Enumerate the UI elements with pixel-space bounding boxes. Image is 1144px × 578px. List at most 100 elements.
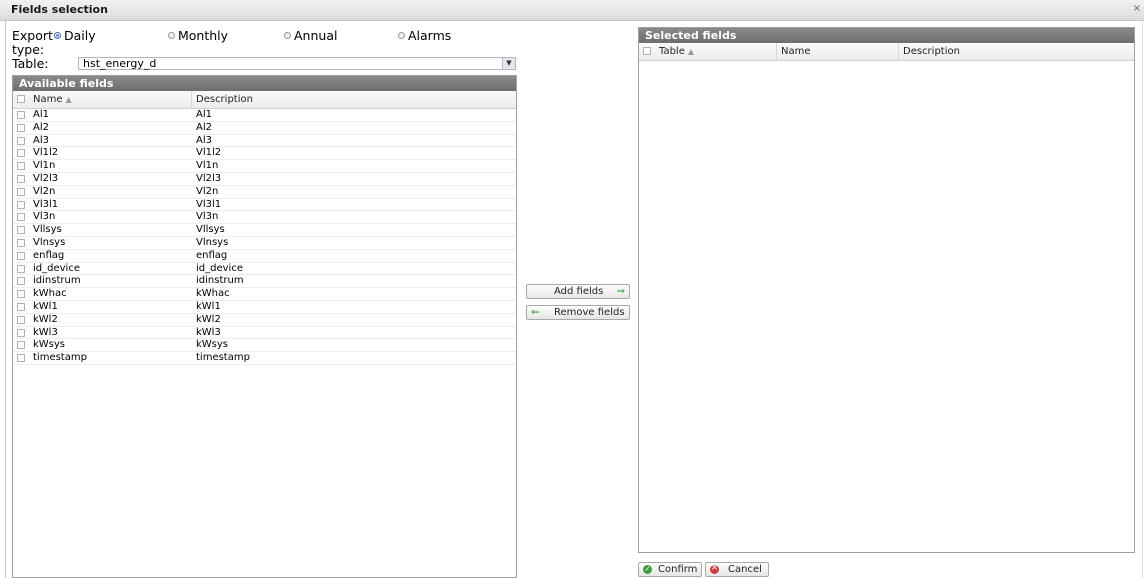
confirm-icon <box>643 563 652 576</box>
table-select[interactable]: hst_energy_d ▼ <box>78 57 516 70</box>
row-checkbox[interactable] <box>17 162 25 171</box>
table-row[interactable]: Vlnsys Vlnsys <box>13 237 516 250</box>
row-description: Vl3l1 <box>196 198 222 210</box>
radio-alarms[interactable]: Alarms <box>398 28 451 43</box>
remove-fields-label: Remove fields <box>554 307 625 318</box>
radio-label: Daily <box>64 28 96 43</box>
row-name: kWl2 <box>33 313 58 325</box>
row-checkbox[interactable] <box>17 315 25 324</box>
remove-fields-button[interactable]: ⇐ Remove fields <box>526 305 630 320</box>
row-checkbox[interactable] <box>17 341 25 350</box>
row-name: kWsys <box>33 339 66 351</box>
row-description: kWhac <box>196 288 230 300</box>
radio-icon <box>54 32 61 39</box>
row-checkbox[interactable] <box>17 174 25 183</box>
window-border-left <box>5 21 6 578</box>
window-border-right <box>1142 21 1143 578</box>
table-row[interactable]: enflag enflag <box>13 250 516 263</box>
row-name: Vl1n <box>33 160 56 172</box>
confirm-button[interactable]: Confirm <box>638 562 702 577</box>
table-row[interactable]: kWhac kWhac <box>13 288 516 301</box>
row-checkbox[interactable] <box>17 149 25 158</box>
window-title: Fields selection <box>11 3 108 16</box>
radio-label: Alarms <box>408 28 452 43</box>
table-row[interactable]: Vl3n Vl3n <box>13 211 516 225</box>
row-description: kWl3 <box>196 326 221 338</box>
row-description: Vl3n <box>196 211 219 223</box>
row-name: Vllsys <box>33 224 62 236</box>
table-row[interactable]: Al3 Al3 <box>13 135 516 148</box>
row-checkbox[interactable] <box>17 264 25 273</box>
row-checkbox[interactable] <box>17 290 25 299</box>
column-description-label: Description <box>196 94 253 105</box>
table-row[interactable]: Vllsys Vllsys <box>13 224 516 237</box>
table-row[interactable]: kWl3 kWl3 <box>13 327 516 340</box>
radio-icon <box>168 32 175 39</box>
row-checkbox[interactable] <box>17 111 25 119</box>
row-description: Al2 <box>196 121 212 133</box>
column-name-header[interactable]: Name <box>777 43 899 60</box>
row-checkbox[interactable] <box>17 354 25 363</box>
select-all-checkbox[interactable] <box>17 95 25 103</box>
available-fields-title: Available fields <box>13 76 516 91</box>
column-description-header[interactable]: Description <box>192 91 517 108</box>
row-checkbox[interactable] <box>17 238 25 247</box>
table-row[interactable]: Vl3l1 Vl3l1 <box>13 199 516 212</box>
column-description-header[interactable]: Description <box>899 43 1134 60</box>
row-description: kWl1 <box>196 300 221 312</box>
cancel-icon <box>710 562 719 575</box>
radio-annual[interactable]: Annual <box>284 28 337 43</box>
table-row[interactable]: kWsys kWsys <box>13 339 516 353</box>
row-description: kWl2 <box>196 313 221 325</box>
table-row[interactable]: Al1 Al1 <box>13 109 516 122</box>
table-row[interactable]: kWl2 kWl2 <box>13 314 516 327</box>
table-row[interactable]: Al2 Al2 <box>13 122 516 135</box>
table-select-value: hst_energy_d <box>83 57 157 70</box>
row-checkbox[interactable] <box>17 251 25 260</box>
column-table-label: Table <box>659 46 685 57</box>
table-row[interactable]: idinstrum idinstrum <box>13 275 516 289</box>
radio-label: Monthly <box>178 28 229 43</box>
row-name: enflag <box>33 249 65 261</box>
radio-monthly[interactable]: Monthly <box>168 28 228 43</box>
arrow-left-icon: ⇐ <box>531 307 540 318</box>
available-fields-panel: Available fields Name ▲ Description Al1 Al… <box>12 75 517 578</box>
table-row[interactable]: id_device id_device <box>13 263 516 276</box>
sort-arrow-icon: ▲ <box>65 95 72 104</box>
column-name-header[interactable]: Name ▲ <box>29 91 192 108</box>
close-icon[interactable]: × <box>1133 3 1141 15</box>
column-table-header[interactable]: Table ▲ <box>655 43 777 60</box>
row-checkbox[interactable] <box>17 302 25 311</box>
add-fields-label: Add fields <box>554 286 604 297</box>
row-name: Vl1l2 <box>33 147 59 159</box>
dropdown-arrow-icon[interactable]: ▼ <box>502 58 515 69</box>
row-checkbox[interactable] <box>17 187 25 196</box>
select-all-selected-checkbox[interactable] <box>643 47 651 55</box>
cancel-button[interactable]: Cancel <box>705 562 769 577</box>
row-checkbox[interactable] <box>17 277 25 286</box>
table-row[interactable]: Vl1l2 Vl1l2 <box>13 147 516 161</box>
row-description: Al3 <box>196 134 212 146</box>
table-row[interactable]: kWl1 kWl1 <box>13 301 516 314</box>
confirm-label: Confirm <box>658 564 698 575</box>
radio-daily[interactable]: Daily <box>54 28 96 43</box>
row-description: Vl1l2 <box>196 147 222 159</box>
row-checkbox[interactable] <box>17 123 25 132</box>
radio-icon <box>398 32 405 39</box>
export-type-label: Export <box>12 28 53 43</box>
row-checkbox[interactable] <box>17 213 25 222</box>
row-checkbox[interactable] <box>17 226 25 235</box>
available-grid-header: Name ▲ Description <box>13 91 516 109</box>
table-row[interactable]: Vl1n Vl1n <box>13 160 516 173</box>
row-checkbox[interactable] <box>17 200 25 209</box>
row-name: kWl3 <box>33 326 58 338</box>
row-name: Vl3n <box>33 211 56 223</box>
table-row[interactable]: timestamp timestamp <box>13 352 516 365</box>
add-fields-button[interactable]: Add fields ⇒ <box>526 284 630 299</box>
row-description: Vlnsys <box>196 236 229 248</box>
table-row[interactable]: Vl2n Vl2n <box>13 186 516 199</box>
column-name-label: Name <box>33 94 63 105</box>
row-checkbox[interactable] <box>17 136 25 145</box>
table-row[interactable]: Vl2l3 Vl2l3 <box>13 173 516 186</box>
row-checkbox[interactable] <box>17 328 25 337</box>
